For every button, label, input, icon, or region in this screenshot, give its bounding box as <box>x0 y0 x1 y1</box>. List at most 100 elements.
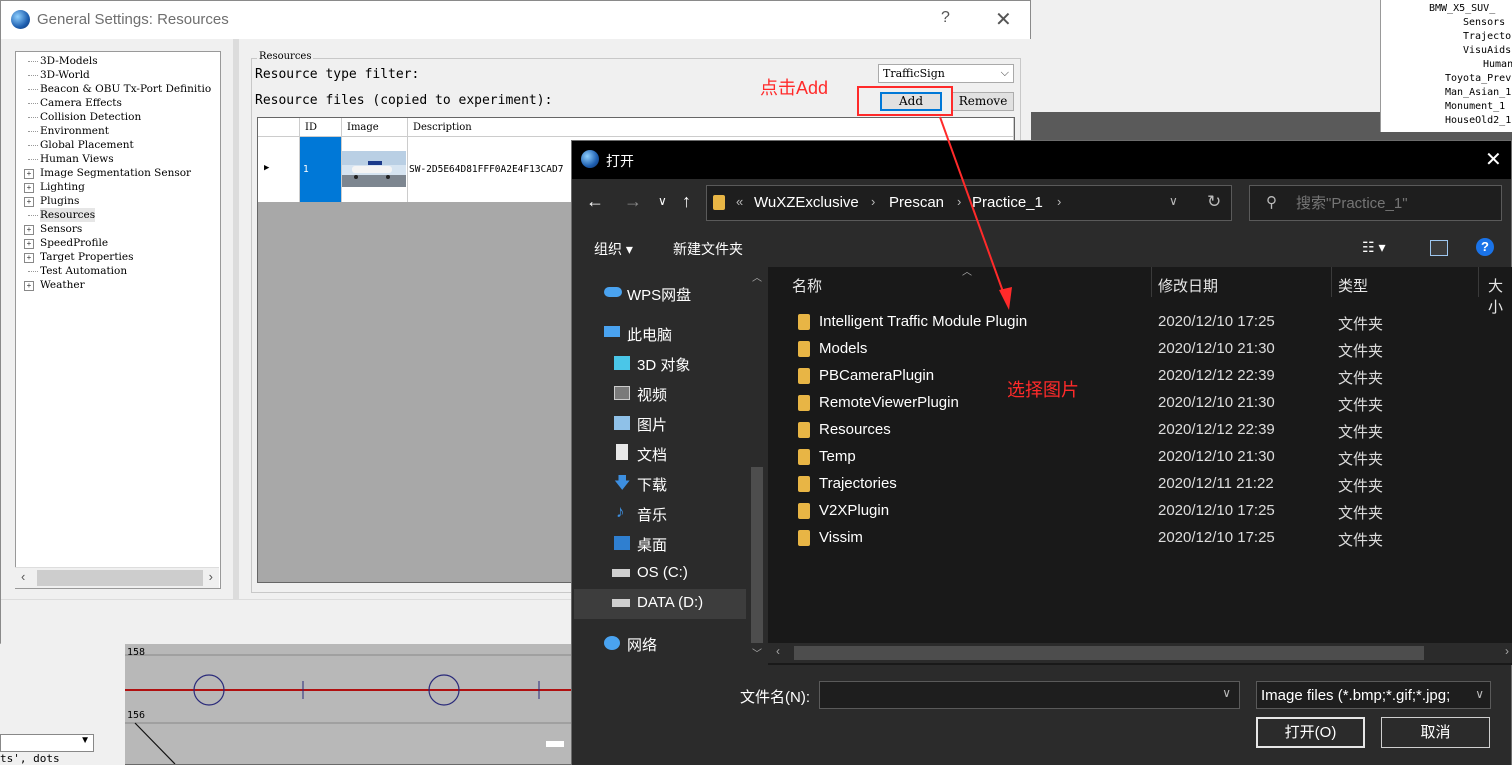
tree-item[interactable]: Trajecto <box>1463 31 1511 43</box>
scroll-down-icon[interactable]: ﹀ <box>752 645 762 660</box>
view-options-icon[interactable]: ☷ ▾ <box>1362 239 1385 256</box>
tree-item[interactable]: Image Segmentation Sensor <box>40 166 191 180</box>
breadcrumb-item[interactable]: Prescan <box>889 194 944 211</box>
scrollbar-thumb[interactable] <box>37 570 203 586</box>
close-button[interactable]: ✕ <box>1485 147 1502 172</box>
file-row[interactable]: Vissim 2020/12/10 17:25 文件夹 <box>768 525 1512 552</box>
file-list-horizontal-scrollbar[interactable]: ‹ › <box>768 643 1512 663</box>
nav-item-pictures[interactable]: 图片 <box>637 414 667 435</box>
file-list[interactable]: ︿ 名称 修改日期 类型 大小 Intelligent Traffic Modu… <box>768 267 1512 665</box>
tree-item[interactable]: Human <box>1483 59 1512 71</box>
tree-item[interactable]: 3D-Models <box>40 54 98 68</box>
nav-item-downloads[interactable]: 下载 <box>637 474 667 495</box>
file-row[interactable]: RemoteViewerPlugin 2020/12/10 21:30 文件夹 <box>768 390 1512 417</box>
nav-item-network[interactable]: 网络 <box>627 634 657 655</box>
type-filter-select[interactable]: TrafficSign ⌵ <box>878 64 1014 83</box>
scrollbar-thumb[interactable] <box>794 646 1424 660</box>
back-arrow-icon[interactable]: ← <box>586 191 604 212</box>
expand-toggle-icon[interactable]: + <box>24 225 34 235</box>
expand-toggle-icon[interactable]: + <box>24 239 34 249</box>
tree-item[interactable]: Plugins <box>40 194 79 208</box>
scroll-left-icon[interactable]: ‹ <box>21 569 25 584</box>
file-row[interactable]: Models 2020/12/10 21:30 文件夹 <box>768 336 1512 363</box>
breadcrumb-overflow[interactable]: « <box>736 194 743 209</box>
up-arrow-icon[interactable]: ↑ <box>682 191 691 212</box>
nav-item-documents[interactable]: 文档 <box>637 444 667 465</box>
open-button[interactable]: 打开(O) <box>1256 717 1365 748</box>
column-header-type[interactable]: 类型 <box>1338 275 1368 296</box>
cancel-button[interactable]: 取消 <box>1381 717 1490 748</box>
nav-item-3d[interactable]: 3D 对象 <box>637 354 690 375</box>
address-bar[interactable]: « WuXZExclusive › Prescan › Practice_1 ›… <box>706 185 1232 221</box>
file-row[interactable]: Intelligent Traffic Module Plugin 2020/1… <box>768 309 1512 336</box>
file-row[interactable]: PBCameraPlugin 2020/12/12 22:39 文件夹 <box>768 363 1512 390</box>
tree-item[interactable]: Human Views <box>40 152 114 166</box>
column-divider[interactable] <box>1331 267 1332 297</box>
help-icon[interactable]: ? <box>1476 238 1494 256</box>
tree-item[interactable]: VisuAids <box>1463 45 1511 57</box>
scroll-left-icon[interactable]: ‹ <box>776 644 780 658</box>
nav-item-wps[interactable]: WPS网盘 <box>627 284 691 305</box>
column-header-description[interactable]: Description <box>408 118 1014 137</box>
nav-item-this-pc[interactable]: 此电脑 <box>627 324 672 345</box>
recent-locations-chevron-icon[interactable]: ∨ <box>658 194 667 208</box>
nav-item-music[interactable]: 音乐 <box>637 504 667 525</box>
tree-item[interactable]: SpeedProfile <box>40 236 108 250</box>
tree-item[interactable]: HouseOld2_1 <box>1445 115 1511 127</box>
scroll-right-icon[interactable]: › <box>1505 644 1509 658</box>
tree-item[interactable]: Sensors <box>1463 17 1505 29</box>
tree-horizontal-scrollbar[interactable]: ‹ › <box>15 567 219 588</box>
nav-item-drive-d[interactable]: DATA (D:) <box>637 594 703 611</box>
expand-toggle-icon[interactable]: + <box>24 197 34 207</box>
tree-item[interactable]: Weather <box>40 278 85 292</box>
tree-item[interactable]: Camera Effects <box>40 96 122 110</box>
expand-toggle-icon[interactable]: + <box>24 253 34 263</box>
remove-button[interactable]: Remove <box>952 92 1014 111</box>
title-bar[interactable] <box>572 141 1511 179</box>
column-header-id[interactable]: ID <box>300 118 342 137</box>
breadcrumb-separator-icon[interactable]: › <box>871 194 875 209</box>
tree-item[interactable]: Target Properties <box>40 250 134 264</box>
help-button[interactable]: ? <box>941 9 950 27</box>
file-row[interactable]: Trajectories 2020/12/11 21:22 文件夹 <box>768 471 1512 498</box>
close-button[interactable]: ✕ <box>995 7 1012 32</box>
tree-item[interactable]: Resources <box>40 208 96 222</box>
expand-toggle-icon[interactable]: + <box>24 169 34 179</box>
nav-item-drive-c[interactable]: OS (C:) <box>637 564 688 581</box>
tree-item[interactable]: Lighting <box>40 180 85 194</box>
breadcrumb-item[interactable]: WuXZExclusive <box>754 194 859 211</box>
tree-item[interactable]: Environment <box>40 124 109 138</box>
file-row[interactable]: Temp 2020/12/10 21:30 文件夹 <box>768 444 1512 471</box>
background-combo[interactable]: ▼ <box>0 734 94 752</box>
column-header-date[interactable]: 修改日期 <box>1158 275 1218 296</box>
tree-item[interactable]: Collision Detection <box>40 110 141 124</box>
tree-item[interactable]: Toyota_Prev <box>1445 73 1511 85</box>
file-row[interactable]: V2XPlugin 2020/12/10 17:25 文件夹 <box>768 498 1512 525</box>
new-folder-button[interactable]: 新建文件夹 <box>673 239 743 259</box>
tree-item[interactable]: BMW_X5_SUV_ <box>1429 3 1495 15</box>
tree-item[interactable]: Sensors <box>40 222 82 236</box>
table-cell-id[interactable]: 1 <box>300 137 342 202</box>
table-cell-image[interactable] <box>342 137 408 202</box>
nav-scrollbar[interactable]: ︿ ﹀ <box>748 267 766 661</box>
scroll-right-icon[interactable]: › <box>209 569 213 584</box>
tree-item[interactable]: 3D-World <box>40 68 90 82</box>
column-header-name[interactable]: 名称 <box>792 275 822 296</box>
tree-item[interactable]: Test Automation <box>40 264 127 278</box>
refresh-icon[interactable]: ↻ <box>1207 192 1221 212</box>
scroll-up-icon[interactable]: ︿ <box>752 269 762 284</box>
search-input[interactable] <box>1294 194 1498 213</box>
filename-input[interactable]: ∨ <box>819 681 1240 709</box>
scrollbar-thumb[interactable] <box>751 467 763 643</box>
address-dropdown-icon[interactable]: ∨ <box>1169 194 1178 208</box>
preview-pane-icon[interactable] <box>1430 240 1448 256</box>
tree-item[interactable]: Beacon & OBU Tx-Port Definitio <box>40 82 211 96</box>
breadcrumb-item[interactable]: Practice_1 <box>972 194 1043 211</box>
settings-tree[interactable]: 3D-Models 3D-World Beacon & OBU Tx-Port De… <box>15 51 221 589</box>
search-box[interactable]: ⚲ <box>1249 185 1502 221</box>
tree-item[interactable]: Global Placement <box>40 138 134 152</box>
column-divider[interactable] <box>1151 267 1152 297</box>
expand-toggle-icon[interactable]: + <box>24 183 34 193</box>
tree-item[interactable]: Man_Asian_1 <box>1445 87 1511 99</box>
file-type-select[interactable]: Image files (*.bmp;*.gif;*.jpg; ∨ <box>1256 681 1491 709</box>
